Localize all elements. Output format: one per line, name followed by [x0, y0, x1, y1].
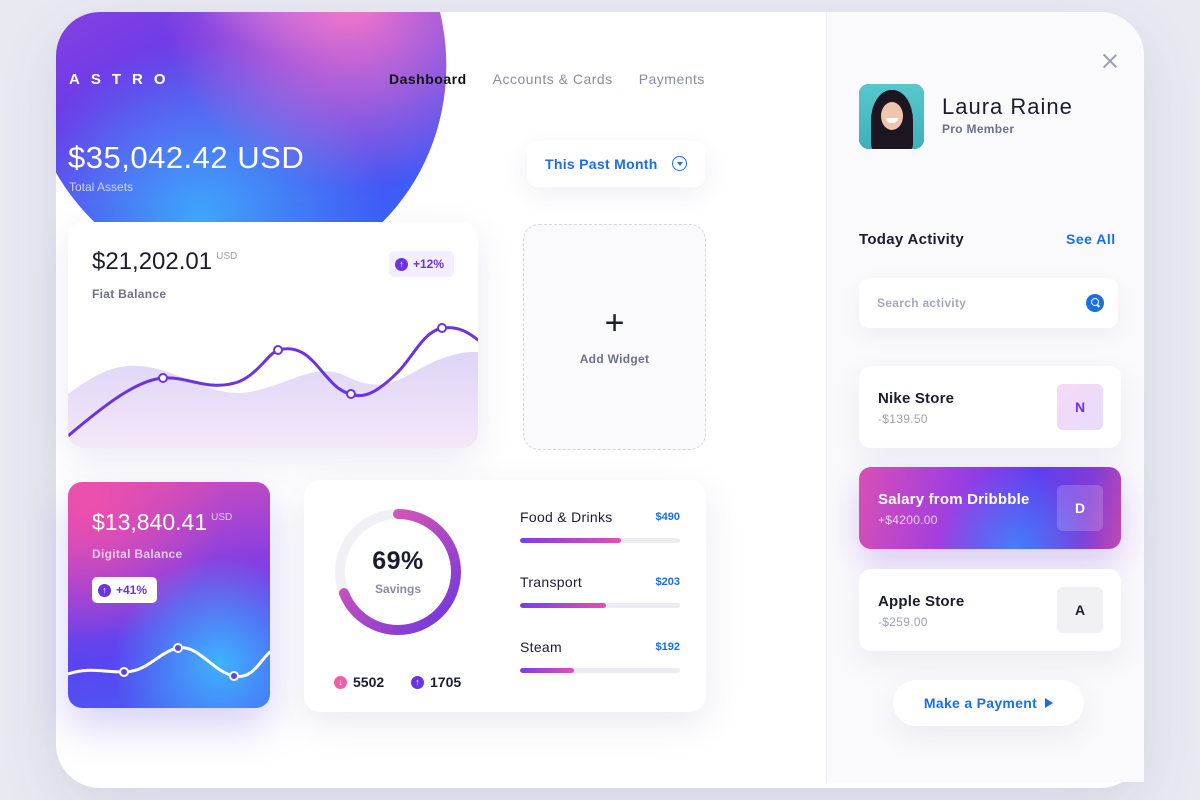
savings-percent: 69% [372, 547, 424, 575]
category-transport[interactable]: Transport $203 [520, 574, 680, 639]
activity-item-amount: -$259.00 [878, 615, 928, 629]
activity-item-amount: +$4200.00 [878, 513, 938, 527]
activity-title: Today Activity [859, 231, 965, 248]
savings-stat-up: ↑ 1705 [411, 674, 461, 690]
activity-item-name: Salary from Dribbble [878, 491, 1030, 508]
fiat-balance-label: Fiat Balance [92, 287, 167, 301]
arrow-up-icon: ↑ [98, 583, 111, 597]
fiat-area [68, 352, 478, 448]
brand-logo: ASTRO [69, 71, 177, 88]
category-amount: $192 [655, 641, 680, 653]
activity-item-amount: -$139.50 [878, 412, 928, 426]
plus-icon: + [604, 304, 625, 342]
category-steam[interactable]: Steam $192 [520, 639, 680, 704]
search-input[interactable] [877, 293, 1067, 313]
spending-categories: Food & Drinks $490 Transport $203 Steam … [520, 509, 680, 704]
close-icon[interactable] [1101, 52, 1119, 70]
savings-label: Savings [374, 582, 422, 596]
digital-change-value: +41% [116, 583, 148, 597]
nav-dashboard[interactable]: Dashboard [389, 71, 467, 87]
fiat-point [346, 389, 356, 399]
activity-search [859, 278, 1118, 328]
digital-change-badge: ↑ +41% [92, 577, 158, 603]
play-arrow-icon [1045, 698, 1054, 708]
nav-payments[interactable]: Payments [639, 71, 705, 87]
digital-point [173, 643, 183, 653]
digital-balance-card[interactable]: $13,840.41 USD Digital Balance ↑ +41% [68, 482, 270, 708]
activity-item-apple[interactable]: Apple Store -$259.00 A [859, 569, 1121, 651]
digital-currency: USD [211, 512, 233, 523]
category-progress-fill [520, 603, 607, 608]
add-widget-label: Add Widget [579, 352, 650, 366]
period-label: This Past Month [545, 156, 658, 172]
digital-point [229, 671, 239, 681]
make-payment-button[interactable]: Make a Payment [893, 680, 1084, 726]
activity-item-nike[interactable]: Nike Store -$139.50 N [859, 366, 1121, 448]
arrow-up-icon: ↑ [411, 675, 424, 689]
fiat-change-value: +12% [412, 257, 444, 271]
chevron-down-circle-icon [672, 156, 687, 171]
fiat-change-badge: ↑ +12% [388, 251, 454, 277]
total-assets-label: Total Assets [69, 180, 134, 194]
digital-balance-label: Digital Balance [92, 547, 183, 561]
period-selector[interactable]: This Past Month [527, 141, 705, 187]
search-icon[interactable] [1086, 294, 1104, 312]
see-all-link[interactable]: See All [1066, 231, 1116, 247]
add-widget-button[interactable]: + Add Widget [523, 224, 706, 450]
profile-name: Laura Raine [942, 94, 1073, 119]
category-progress-fill [520, 668, 575, 673]
activity-item-initial: D [1057, 485, 1103, 531]
digital-point [119, 667, 129, 677]
savings-card[interactable]: 69% Savings ↓ 5502 ↑ 1705 Food & Drinks … [304, 480, 706, 712]
category-name: Food & Drinks [520, 509, 613, 525]
make-payment-label: Make a Payment [923, 695, 1038, 711]
category-food-drinks[interactable]: Food & Drinks $490 [520, 509, 680, 574]
avatar[interactable] [859, 84, 924, 149]
stat-up-value: 1705 [430, 674, 462, 690]
digital-amount-value: $13,840.41 [92, 509, 208, 535]
arrow-down-icon: ↓ [334, 675, 347, 689]
fiat-balance-amount: $21,202.01 USD [92, 248, 237, 276]
activity-item-name: Apple Store [878, 593, 965, 610]
fiat-point [273, 345, 283, 355]
digital-line [68, 646, 270, 678]
fiat-point [158, 373, 168, 383]
savings-stat-down: ↓ 5502 [334, 674, 384, 690]
activity-item-name: Nike Store [878, 390, 955, 407]
profile-membership: Pro Member [942, 122, 1015, 136]
fiat-balance-card[interactable]: $21,202.01 USD Fiat Balance ↑ +12% [68, 222, 478, 448]
category-progress-track [520, 668, 680, 673]
fiat-amount-value: $21,202.01 [92, 248, 213, 275]
avatar-face [881, 102, 903, 130]
nav-accounts-cards[interactable]: Accounts & Cards [493, 71, 613, 87]
activity-item-initial: A [1057, 587, 1103, 633]
main-nav: Dashboard Accounts & Cards Payments [389, 71, 705, 87]
category-progress-track [520, 538, 680, 543]
category-name: Transport [520, 574, 583, 590]
category-amount: $203 [655, 576, 680, 588]
category-amount: $490 [655, 511, 680, 523]
fiat-currency: USD [216, 251, 238, 262]
category-name: Steam [520, 639, 562, 655]
category-progress-track [520, 603, 680, 608]
total-assets-amount: $35,042.42 USD [68, 140, 305, 175]
arrow-up-icon: ↑ [394, 257, 408, 271]
stat-down-value: 5502 [353, 674, 385, 690]
digital-balance-amount: $13,840.41 USD [92, 509, 232, 536]
fiat-point [437, 323, 447, 333]
activity-item-salary[interactable]: Salary from Dribbble +$4200.00 D [859, 467, 1121, 549]
category-progress-fill [520, 538, 621, 543]
activity-item-initial: N [1057, 384, 1103, 430]
